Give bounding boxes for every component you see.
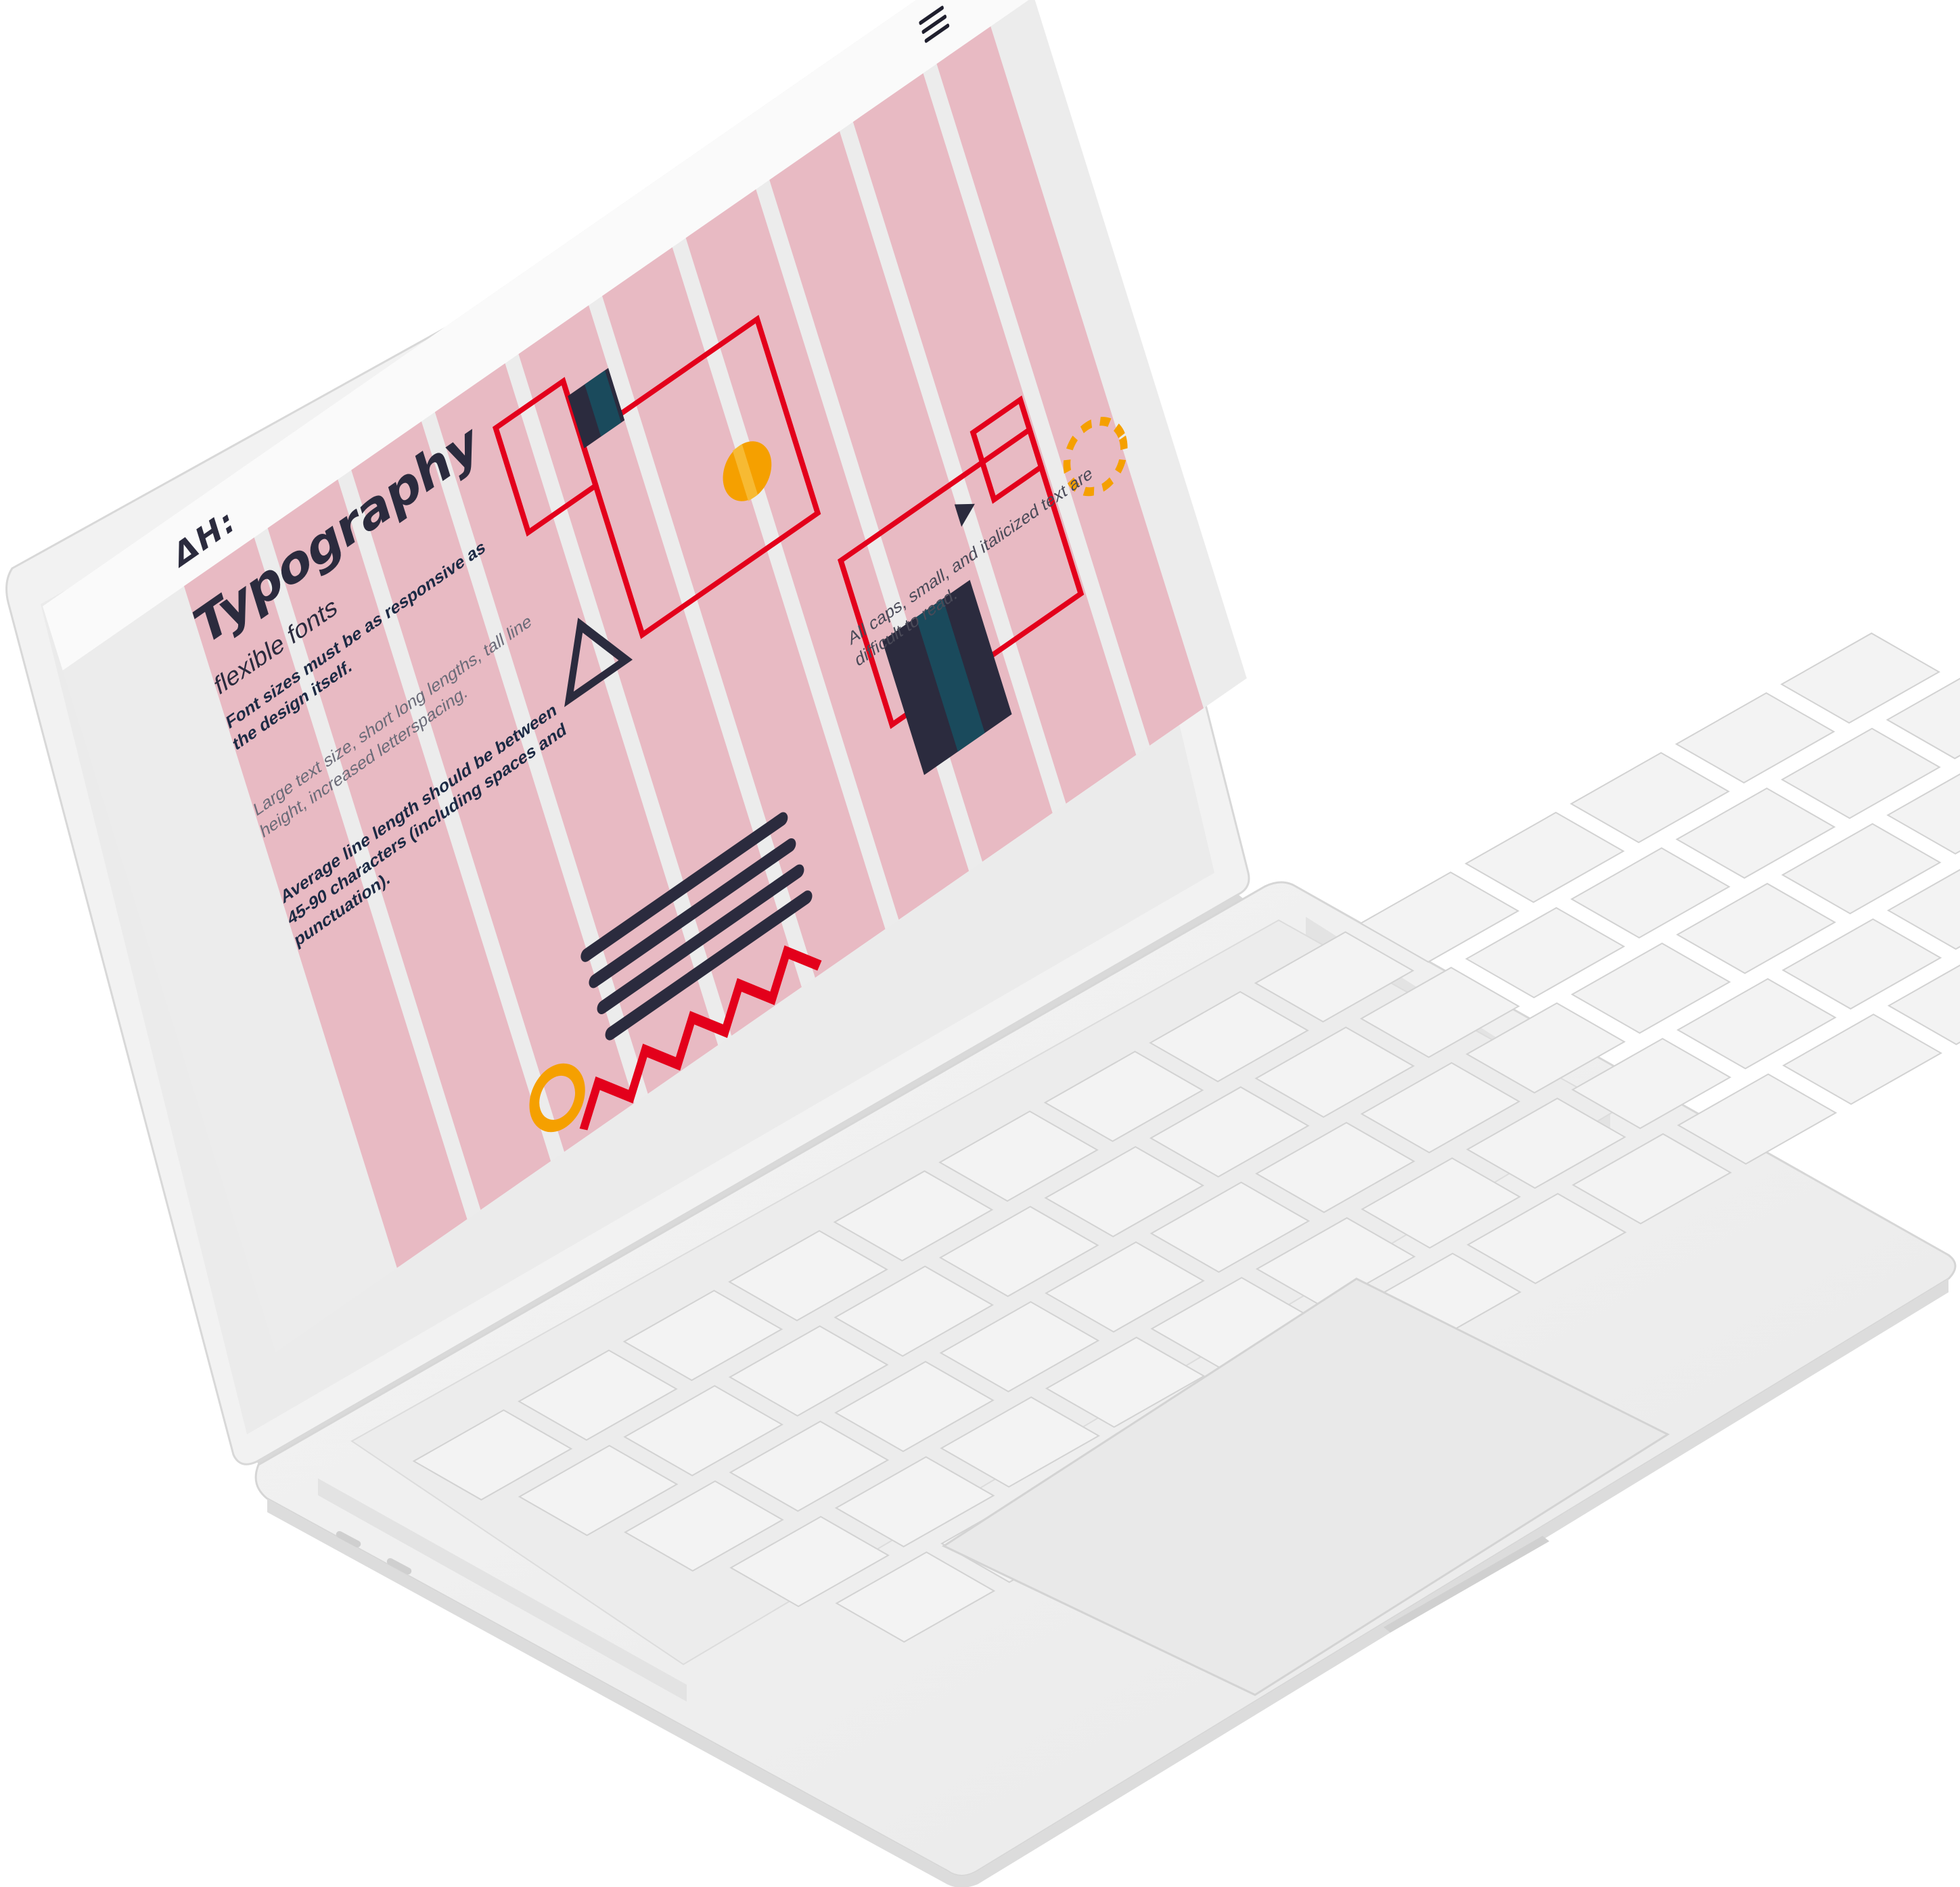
navy-line [589,838,796,988]
navy-small-triangle [954,503,975,527]
red-square-outline [970,395,1045,504]
triangle-outline-icon [564,618,633,708]
navy-line [597,864,804,1014]
orange-ring [529,1063,585,1133]
red-square-outline [578,315,821,639]
